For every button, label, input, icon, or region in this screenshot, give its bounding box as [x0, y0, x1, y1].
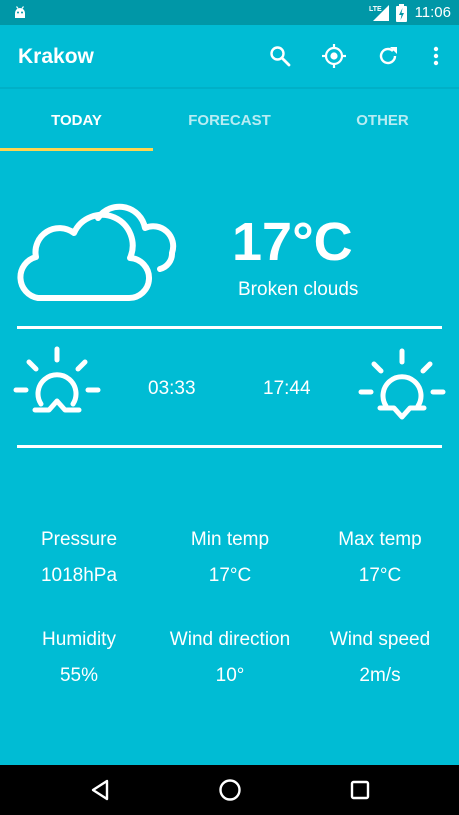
max-temp-value: 17°C	[358, 565, 402, 586]
humidity-value: 55%	[59, 665, 99, 686]
sunrise-time: 03:33	[148, 378, 196, 399]
min-temp-value: 17°C	[208, 565, 252, 586]
battery-icon	[395, 3, 407, 22]
divider-top	[17, 326, 442, 329]
min-temp-label: Min temp	[190, 529, 270, 550]
pressure-label: Pressure	[40, 529, 118, 550]
recents-button[interactable]	[347, 777, 373, 803]
pressure-value: 1018hPa	[40, 565, 118, 586]
tab-indicator	[0, 148, 153, 151]
sunrise-icon	[13, 346, 101, 413]
system-nav-bar	[0, 765, 459, 815]
recents-icon	[350, 780, 370, 800]
home-icon	[219, 779, 241, 801]
search-button[interactable]	[267, 43, 293, 69]
city-title: Krakow	[18, 45, 94, 68]
overflow-menu-button[interactable]	[423, 43, 449, 69]
wind-direction-label: Wind direction	[169, 629, 291, 650]
broken-clouds-icon	[17, 203, 177, 302]
status-time: 11:06	[414, 4, 451, 21]
tab-today[interactable]: TODAY	[0, 89, 153, 151]
app-bar: Krakow	[0, 25, 459, 87]
back-button[interactable]	[87, 777, 113, 803]
max-temp-label: Max temp	[338, 529, 422, 550]
tab-bar: TODAY FORECAST OTHER	[0, 87, 459, 151]
status-bar: LTE 11:06	[0, 0, 459, 25]
weather-description: Broken clouds	[238, 279, 359, 300]
tab-forecast[interactable]: FORECAST	[153, 89, 306, 151]
tab-other[interactable]: OTHER	[306, 89, 459, 151]
refresh-icon	[379, 47, 397, 65]
wind-direction-value: 10°	[215, 665, 245, 686]
location-button[interactable]	[321, 43, 347, 69]
signal-icon: LTE	[369, 4, 389, 21]
refresh-button[interactable]	[375, 43, 401, 69]
wind-speed-value: 2m/s	[359, 665, 401, 686]
divider-bottom	[17, 445, 442, 448]
network-type-label: LTE	[369, 6, 382, 13]
current-temperature: 17°C	[232, 212, 353, 272]
home-button[interactable]	[217, 777, 243, 803]
sunset-icon	[358, 348, 446, 420]
android-notification-icon	[15, 6, 25, 18]
humidity-label: Humidity	[42, 629, 116, 650]
sunset-time: 17:44	[263, 378, 311, 399]
wind-speed-label: Wind speed	[329, 629, 431, 650]
location-icon	[322, 44, 346, 68]
back-icon	[91, 779, 109, 801]
more-vert-icon	[433, 46, 439, 66]
search-icon	[270, 46, 291, 67]
